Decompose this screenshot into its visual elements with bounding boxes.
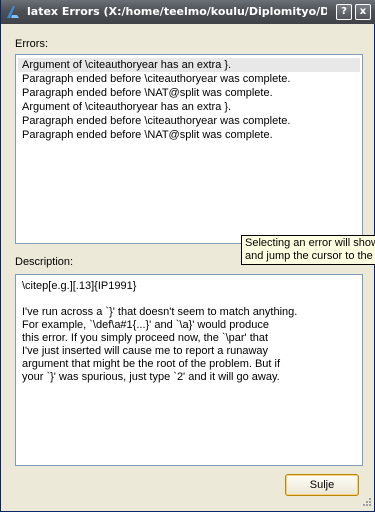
- close-button[interactable]: Sulje: [285, 474, 359, 496]
- description-text-area[interactable]: \citep[e.g.][.13]{IP1991} I've run acros…: [15, 274, 363, 466]
- errors-label: Errors:: [15, 38, 48, 50]
- errors-list[interactable]: Argument of \citeauthoryear has an extra…: [15, 54, 363, 244]
- error-list-item[interactable]: Paragraph ended before \citeauthoryear w…: [18, 72, 360, 86]
- error-list-item[interactable]: Argument of \citeauthoryear has an extra…: [18, 100, 360, 114]
- error-list-item[interactable]: Paragraph ended before \citeauthoryear w…: [18, 114, 360, 128]
- error-list-item[interactable]: Argument of \citeauthoryear has an extra…: [18, 58, 360, 72]
- app-icon: [7, 6, 19, 18]
- resize-grip-icon[interactable]: [360, 497, 372, 509]
- tooltip-line: Selecting an error will show: [245, 237, 375, 249]
- error-list-item[interactable]: Paragraph ended before \NAT@split was co…: [18, 86, 360, 100]
- title-bar[interactable]: latex Errors (X:/home/teelmo/koulu/Diplo…: [1, 0, 375, 24]
- close-window-button[interactable]: x: [355, 4, 371, 20]
- help-button[interactable]: ?: [336, 4, 352, 20]
- description-label: Description:: [15, 256, 74, 268]
- tooltip-line: and jump the cursor to the l: [245, 250, 375, 262]
- tooltip: Selecting an error will show and jump th…: [241, 235, 375, 265]
- error-list-item[interactable]: Paragraph ended before \NAT@split was co…: [18, 128, 360, 142]
- latex-errors-dialog: latex Errors (X:/home/teelmo/koulu/Diplo…: [0, 0, 375, 512]
- window-title: latex Errors (X:/home/teelmo/koulu/Diplo…: [27, 5, 327, 18]
